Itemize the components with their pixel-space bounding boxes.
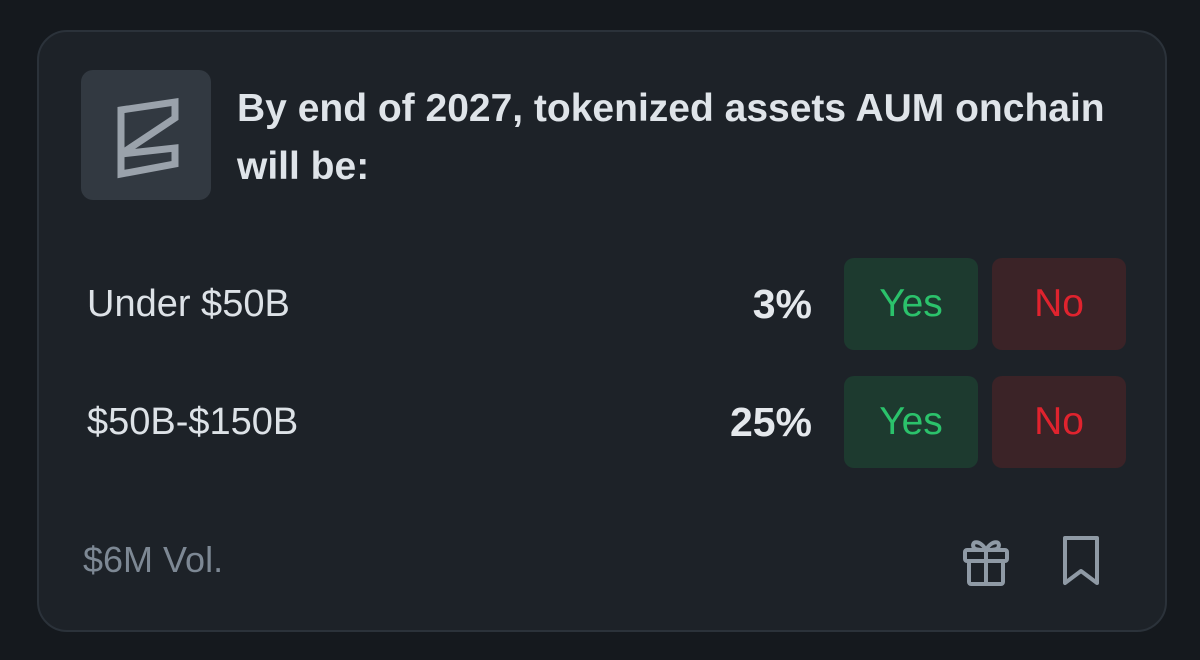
outcome-label: Under $50B <box>87 283 290 325</box>
volume-label: $6M Vol. <box>83 539 224 580</box>
market-question[interactable]: By end of 2027, tokenized assets AUM onc… <box>237 80 1117 196</box>
market-card[interactable]: By end of 2027, tokenized assets AUM onc… <box>37 30 1167 632</box>
market-logo <box>81 70 211 200</box>
outcome-percent: 25% <box>729 399 812 445</box>
outcome-row: $50B-$150B 25% Yes No <box>39 376 1165 468</box>
gift-button[interactable] <box>962 535 1010 587</box>
outcome-percent: 3% <box>752 281 812 327</box>
outcome-row: Under $50B 3% Yes No <box>39 258 1165 350</box>
bookmark-button[interactable] <box>1057 535 1105 587</box>
no-button[interactable]: No <box>992 376 1126 468</box>
outcome-label: $50B-$150B <box>87 401 299 443</box>
no-button[interactable]: No <box>992 258 1126 350</box>
yes-button[interactable]: Yes <box>844 376 978 468</box>
gift-icon <box>963 540 1009 586</box>
yes-button[interactable]: Yes <box>844 258 978 350</box>
bookmark-icon <box>1063 536 1099 585</box>
logo-icon <box>117 97 179 179</box>
